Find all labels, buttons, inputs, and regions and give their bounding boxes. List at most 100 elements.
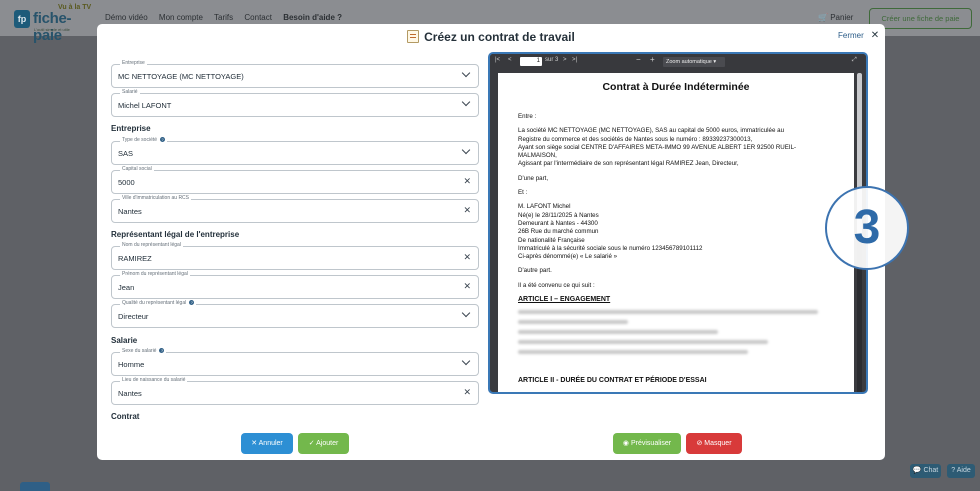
fullscreen-icon[interactable]: ⤢: [852, 57, 857, 64]
field-value: SAS: [118, 149, 134, 158]
clear-icon[interactable]: ✕: [463, 205, 471, 216]
chevron-down-icon[interactable]: [461, 308, 471, 318]
hide-button[interactable]: ⊘ Masquer: [686, 433, 742, 454]
info-icon[interactable]: ?: [159, 348, 165, 353]
salarie-select[interactable]: Salarié Michel LAFONT: [111, 89, 479, 117]
close-button[interactable]: Fermer ✕: [838, 30, 879, 41]
sidebar-toggle-icon[interactable]: |<: [495, 57, 500, 63]
info-icon[interactable]: ?: [189, 300, 195, 305]
chevron-down-icon[interactable]: [461, 68, 471, 78]
chevron-down-icon[interactable]: [461, 356, 471, 366]
site-logo[interactable]: fp fiche-paie Vu à la TV L'outil simple …: [14, 4, 94, 44]
doc-line: Entre :: [518, 113, 537, 120]
modal-title-text: Créez un contrat de travail: [424, 30, 575, 44]
clear-icon[interactable]: ✕: [463, 387, 471, 398]
chat-icon: 💬: [912, 467, 922, 474]
blurred-text: [518, 310, 818, 315]
modal-title: Créez un contrat de travail: [97, 30, 885, 44]
doc-line: Ayant son siège social CENTRE D'AFFAIRES…: [518, 143, 797, 151]
preview-button[interactable]: ◉ Prévisualiser: [613, 433, 681, 454]
doc-line: Né(e) le 28/11/2025 à Nantes: [518, 211, 599, 219]
clear-icon[interactable]: ✕: [463, 176, 471, 187]
nav-item-tarifs[interactable]: Tarifs: [214, 13, 233, 22]
field-label: Qualité du représentant légal?: [120, 300, 197, 306]
hide-label: Masquer: [704, 440, 732, 447]
entreprise-select[interactable]: Entreprise MC NETTOYAGE (MC NETTOYAGE): [111, 60, 479, 88]
type-societe-select[interactable]: Type de société? SAS: [111, 137, 479, 165]
page-total: sur 3: [545, 57, 559, 63]
eye-icon: ◉: [622, 440, 630, 447]
blurred-text: [518, 350, 748, 355]
pdf-preview[interactable]: |< < 1 sur 3 > >| − + Zoom automatique ▾…: [488, 52, 868, 394]
article-heading: ARTICLE I – ENGAGEMENT: [518, 296, 611, 304]
field-value: Directeur: [118, 312, 149, 321]
doc-line: De nationalité Française: [518, 236, 585, 244]
nav-item-demo[interactable]: Démo vidéo: [105, 13, 148, 22]
info-icon[interactable]: ?: [160, 137, 166, 142]
main-nav: Démo vidéo Mon compte Tarifs Contact Bes…: [105, 13, 342, 22]
close-icon: ✕: [251, 440, 258, 447]
zoom-in-icon[interactable]: +: [650, 55, 655, 64]
close-icon: ✕: [870, 30, 880, 41]
check-icon: ✓: [308, 440, 315, 447]
ville-rcs-input[interactable]: Ville d'immatriculation au RCS Nantes ✕: [111, 195, 479, 223]
field-value: Michel LAFONT: [118, 101, 172, 110]
pdf-toolbar: |< < 1 sur 3 > >| − + Zoom automatique ▾…: [490, 54, 866, 70]
last-page-icon[interactable]: >|: [572, 57, 577, 63]
doc-line: Il a été convenu ce qui suit :: [518, 281, 595, 289]
field-value: Jean: [118, 283, 135, 292]
field-label-text: Sexe du salarié: [122, 348, 157, 354]
field-value: Nantes: [118, 389, 142, 398]
zoom-out-icon[interactable]: −: [636, 55, 641, 64]
zoom-value: Zoom automatique: [666, 59, 712, 65]
capital-input[interactable]: Capital social 5000 ✕: [111, 166, 479, 194]
chevron-down-icon[interactable]: [461, 97, 471, 107]
chevron-down-icon[interactable]: [461, 145, 471, 155]
chat-button[interactable]: 💬 Chat: [910, 464, 941, 478]
doc-line: La société MC NETTOYAGE (MC NETTOYAGE), …: [518, 127, 785, 135]
doc-line: Demeurant à Nantes - 44300: [518, 219, 598, 227]
document-body: Entre : La société MC NETTOYAGE (MC NETT…: [518, 113, 838, 358]
field-label: Ville d'immatriculation au RCS: [120, 195, 191, 201]
qualite-representant-select[interactable]: Qualité du représentant légal? Directeur: [111, 300, 479, 328]
add-button[interactable]: ✓ Ajouter: [298, 433, 349, 454]
contract-modal: Créez un contrat de travail Fermer ✕ Entr…: [97, 24, 885, 460]
eye-off-icon: ⊘: [696, 440, 703, 447]
field-label-text: Type de société: [122, 137, 158, 143]
cart-icon: 🛒: [818, 13, 828, 22]
nav-item-help[interactable]: Besoin d'aide ?: [283, 13, 342, 22]
preview-label: Prévisualiser: [630, 440, 672, 447]
chevron-down-icon: ▾: [713, 59, 717, 65]
doc-line: Registre du commerce et des sociétés de …: [518, 135, 753, 143]
zoom-select[interactable]: Zoom automatique ▾: [663, 57, 725, 67]
section-contrat: Contrat: [111, 412, 140, 421]
page-number-input[interactable]: 1: [520, 57, 542, 66]
prenom-representant-input[interactable]: Prénom du représentant légal Jean ✕: [111, 271, 479, 299]
help-label: Aide: [956, 467, 971, 474]
nav-item-contact[interactable]: Contact: [244, 13, 272, 22]
document-icon: [407, 30, 420, 43]
cancel-button[interactable]: ✕ Annuler: [241, 433, 293, 454]
prev-page-icon[interactable]: <: [508, 57, 512, 63]
sexe-select[interactable]: Sexe du salarié? Homme: [111, 348, 479, 376]
clear-icon[interactable]: ✕: [463, 252, 471, 263]
field-label: Prénom du représentant légal: [120, 271, 190, 277]
next-page-icon[interactable]: >: [563, 57, 567, 63]
doc-line: MALMAISON,: [518, 152, 557, 160]
field-label: Nom du représentant légal: [120, 242, 183, 248]
nom-representant-input[interactable]: Nom du représentant légal RAMIREZ ✕: [111, 242, 479, 270]
logo-tagline: Vu à la TV: [58, 4, 92, 11]
cart-link[interactable]: 🛒 Panier: [818, 13, 853, 22]
nav-item-account[interactable]: Mon compte: [159, 13, 203, 22]
blurred-text: [518, 340, 768, 345]
logo-subtitle: L'outil simple et utile: [34, 27, 70, 32]
clear-icon[interactable]: ✕: [463, 281, 471, 292]
help-button[interactable]: ? Aide: [947, 464, 975, 478]
field-label: Capital social: [120, 166, 154, 172]
bottom-tab[interactable]: [20, 482, 50, 491]
field-label: Lieu de naissance du salarié: [120, 377, 188, 383]
lieu-naissance-input[interactable]: Lieu de naissance du salarié Nantes ✕: [111, 377, 479, 405]
section-entreprise: Entreprise: [111, 124, 151, 133]
field-label: Salarié: [120, 89, 140, 95]
section-representant: Représentant légal de l'entreprise: [111, 230, 240, 239]
